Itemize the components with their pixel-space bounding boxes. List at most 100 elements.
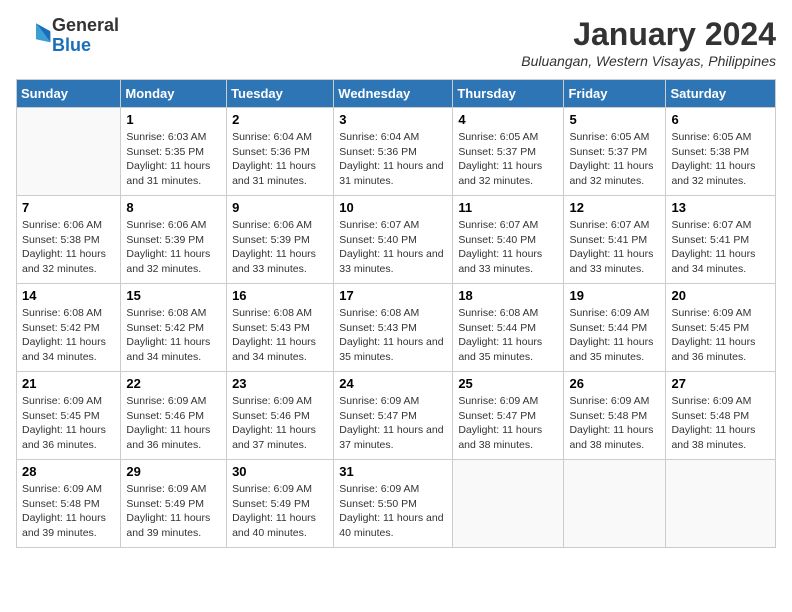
- day-info: Sunrise: 6:09 AMSunset: 5:48 PMDaylight:…: [569, 394, 660, 453]
- calendar-table: SundayMondayTuesdayWednesdayThursdayFrid…: [16, 79, 776, 548]
- day-cell: 8 Sunrise: 6:06 AMSunset: 5:39 PMDaylight…: [121, 196, 227, 284]
- day-info: Sunrise: 6:09 AMSunset: 5:44 PMDaylight:…: [569, 306, 660, 365]
- location-subtitle: Buluangan, Western Visayas, Philippines: [521, 53, 776, 69]
- day-number: 19: [569, 288, 660, 303]
- weekday-header-tuesday: Tuesday: [227, 80, 334, 108]
- day-cell: [564, 460, 666, 548]
- day-number: 24: [339, 376, 447, 391]
- day-info: Sunrise: 6:04 AMSunset: 5:36 PMDaylight:…: [339, 130, 447, 189]
- weekday-header-row: SundayMondayTuesdayWednesdayThursdayFrid…: [17, 80, 776, 108]
- day-cell: 14 Sunrise: 6:08 AMSunset: 5:42 PMDayligh…: [17, 284, 121, 372]
- day-number: 2: [232, 112, 328, 127]
- day-cell: 23Sunrise: 6:09 AMSunset: 5:46 PMDayligh…: [227, 372, 334, 460]
- day-info: Sunrise: 6:06 AMSunset: 5:39 PMDaylight:…: [126, 218, 221, 277]
- day-number: 13: [671, 200, 770, 215]
- weekday-header-friday: Friday: [564, 80, 666, 108]
- day-cell: 25 Sunrise: 6:09 AMSunset: 5:47 PMDayligh…: [453, 372, 564, 460]
- logo-icon: [20, 20, 52, 52]
- day-number: 3: [339, 112, 447, 127]
- day-number: 23: [232, 376, 328, 391]
- day-cell: 18Sunrise: 6:08 AMSunset: 5:44 PMDayligh…: [453, 284, 564, 372]
- day-number: 22: [126, 376, 221, 391]
- day-number: 20: [671, 288, 770, 303]
- day-info: Sunrise: 6:05 AMSunset: 5:37 PMDaylight:…: [458, 130, 558, 189]
- day-cell: 16 Sunrise: 6:08 AMSunset: 5:43 PMDayligh…: [227, 284, 334, 372]
- day-cell: 1 Sunrise: 6:03 AMSunset: 5:35 PMDaylight…: [121, 108, 227, 196]
- day-info: Sunrise: 6:09 AMSunset: 5:47 PMDaylight:…: [458, 394, 558, 453]
- day-cell: 19 Sunrise: 6:09 AMSunset: 5:44 PMDayligh…: [564, 284, 666, 372]
- day-number: 1: [126, 112, 221, 127]
- logo-text: General Blue: [52, 16, 119, 56]
- day-number: 8: [126, 200, 221, 215]
- day-cell: 28 Sunrise: 6:09 AMSunset: 5:48 PMDayligh…: [17, 460, 121, 548]
- week-row-2: 7Sunrise: 6:06 AMSunset: 5:38 PMDaylight…: [17, 196, 776, 284]
- day-number: 12: [569, 200, 660, 215]
- day-cell: 6 Sunrise: 6:05 AMSunset: 5:38 PMDaylight…: [666, 108, 776, 196]
- title-block: January 2024 Buluangan, Western Visayas,…: [521, 16, 776, 69]
- day-number: 25: [458, 376, 558, 391]
- day-number: 14: [22, 288, 115, 303]
- day-cell: 22Sunrise: 6:09 AMSunset: 5:46 PMDayligh…: [121, 372, 227, 460]
- day-number: 15: [126, 288, 221, 303]
- day-number: 18: [458, 288, 558, 303]
- month-year-title: January 2024: [521, 16, 776, 53]
- day-number: 4: [458, 112, 558, 127]
- day-cell: 3 Sunrise: 6:04 AMSunset: 5:36 PMDaylight…: [334, 108, 453, 196]
- day-cell: 26 Sunrise: 6:09 AMSunset: 5:48 PMDayligh…: [564, 372, 666, 460]
- day-info: Sunrise: 6:08 AMSunset: 5:42 PMDaylight:…: [22, 306, 115, 365]
- day-cell: 5Sunrise: 6:05 AMSunset: 5:37 PMDaylight…: [564, 108, 666, 196]
- day-info: Sunrise: 6:03 AMSunset: 5:35 PMDaylight:…: [126, 130, 221, 189]
- day-number: 26: [569, 376, 660, 391]
- day-number: 17: [339, 288, 447, 303]
- day-info: Sunrise: 6:05 AMSunset: 5:37 PMDaylight:…: [569, 130, 660, 189]
- day-cell: 7Sunrise: 6:06 AMSunset: 5:38 PMDaylight…: [17, 196, 121, 284]
- day-info: Sunrise: 6:05 AMSunset: 5:38 PMDaylight:…: [671, 130, 770, 189]
- week-row-1: 1 Sunrise: 6:03 AMSunset: 5:35 PMDaylight…: [17, 108, 776, 196]
- day-info: Sunrise: 6:07 AMSunset: 5:40 PMDaylight:…: [458, 218, 558, 277]
- weekday-header-saturday: Saturday: [666, 80, 776, 108]
- day-info: Sunrise: 6:09 AMSunset: 5:45 PMDaylight:…: [671, 306, 770, 365]
- weekday-header-wednesday: Wednesday: [334, 80, 453, 108]
- day-info: Sunrise: 6:09 AMSunset: 5:50 PMDaylight:…: [339, 482, 447, 541]
- day-number: 6: [671, 112, 770, 127]
- day-info: Sunrise: 6:06 AMSunset: 5:39 PMDaylight:…: [232, 218, 328, 277]
- day-cell: 2 Sunrise: 6:04 AMSunset: 5:36 PMDaylight…: [227, 108, 334, 196]
- day-info: Sunrise: 6:09 AMSunset: 5:45 PMDaylight:…: [22, 394, 115, 453]
- day-info: Sunrise: 6:04 AMSunset: 5:36 PMDaylight:…: [232, 130, 328, 189]
- day-number: 10: [339, 200, 447, 215]
- day-number: 29: [126, 464, 221, 479]
- day-number: 27: [671, 376, 770, 391]
- day-cell: 11Sunrise: 6:07 AMSunset: 5:40 PMDayligh…: [453, 196, 564, 284]
- day-cell: [453, 460, 564, 548]
- week-row-5: 28 Sunrise: 6:09 AMSunset: 5:48 PMDayligh…: [17, 460, 776, 548]
- day-info: Sunrise: 6:09 AMSunset: 5:48 PMDaylight:…: [22, 482, 115, 541]
- day-info: Sunrise: 6:08 AMSunset: 5:43 PMDaylight:…: [339, 306, 447, 365]
- day-cell: 30 Sunrise: 6:09 AMSunset: 5:49 PMDayligh…: [227, 460, 334, 548]
- day-cell: 10 Sunrise: 6:07 AMSunset: 5:40 PMDayligh…: [334, 196, 453, 284]
- day-number: 30: [232, 464, 328, 479]
- day-info: Sunrise: 6:08 AMSunset: 5:42 PMDaylight:…: [126, 306, 221, 365]
- day-info: Sunrise: 6:08 AMSunset: 5:43 PMDaylight:…: [232, 306, 328, 365]
- day-info: Sunrise: 6:09 AMSunset: 5:49 PMDaylight:…: [232, 482, 328, 541]
- day-number: 28: [22, 464, 115, 479]
- day-cell: 24 Sunrise: 6:09 AMSunset: 5:47 PMDayligh…: [334, 372, 453, 460]
- day-info: Sunrise: 6:06 AMSunset: 5:38 PMDaylight:…: [22, 218, 115, 277]
- page-header: General Blue January 2024 Buluangan, Wes…: [16, 16, 776, 69]
- day-info: Sunrise: 6:09 AMSunset: 5:47 PMDaylight:…: [339, 394, 447, 453]
- day-cell: 29Sunrise: 6:09 AMSunset: 5:49 PMDayligh…: [121, 460, 227, 548]
- day-info: Sunrise: 6:09 AMSunset: 5:48 PMDaylight:…: [671, 394, 770, 453]
- day-number: 31: [339, 464, 447, 479]
- weekday-header-monday: Monday: [121, 80, 227, 108]
- day-cell: 15 Sunrise: 6:08 AMSunset: 5:42 PMDayligh…: [121, 284, 227, 372]
- week-row-4: 21 Sunrise: 6:09 AMSunset: 5:45 PMDayligh…: [17, 372, 776, 460]
- day-cell: [666, 460, 776, 548]
- day-info: Sunrise: 6:07 AMSunset: 5:40 PMDaylight:…: [339, 218, 447, 277]
- day-info: Sunrise: 6:07 AMSunset: 5:41 PMDaylight:…: [671, 218, 770, 277]
- day-number: 21: [22, 376, 115, 391]
- day-cell: 4 Sunrise: 6:05 AMSunset: 5:37 PMDaylight…: [453, 108, 564, 196]
- day-cell: 21 Sunrise: 6:09 AMSunset: 5:45 PMDayligh…: [17, 372, 121, 460]
- day-cell: 31 Sunrise: 6:09 AMSunset: 5:50 PMDayligh…: [334, 460, 453, 548]
- day-cell: [17, 108, 121, 196]
- day-number: 16: [232, 288, 328, 303]
- day-cell: 12Sunrise: 6:07 AMSunset: 5:41 PMDayligh…: [564, 196, 666, 284]
